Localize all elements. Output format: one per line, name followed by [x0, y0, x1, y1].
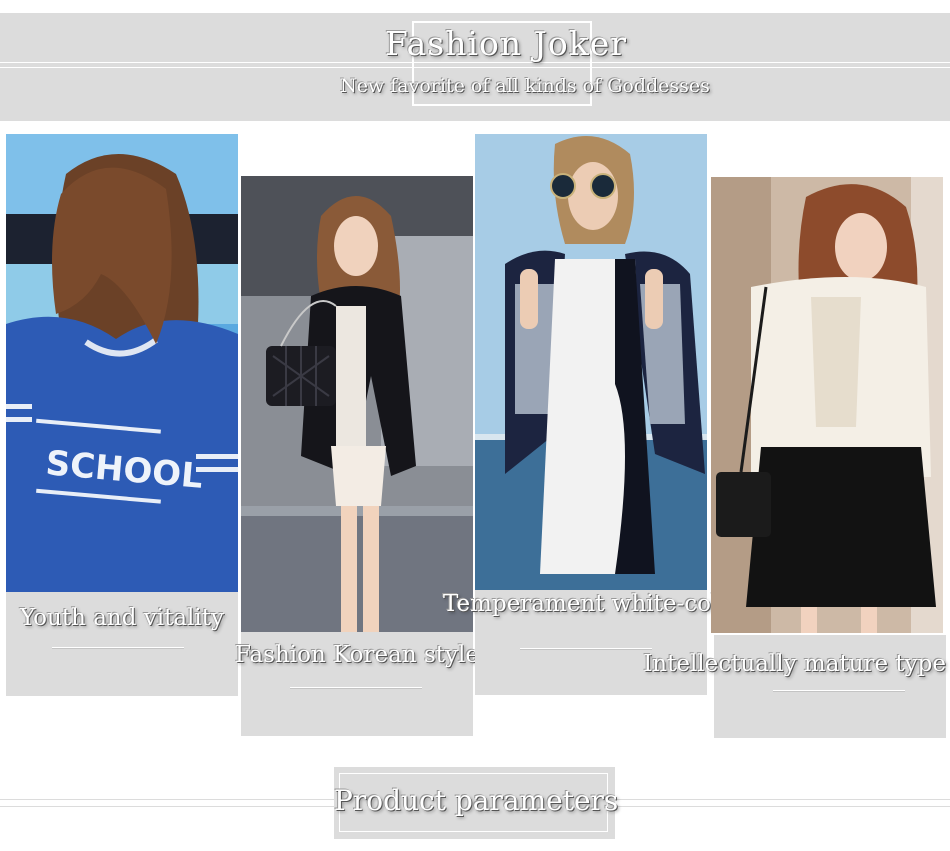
card-label-whitecollar: Temperament white-collar — [443, 591, 751, 617]
card-label-youth: Youth and vitality — [19, 605, 225, 631]
banner-subtitle: New favorite of all kinds of Goddesses — [340, 75, 710, 97]
card-divider — [290, 687, 422, 688]
footer-title: Product parameters — [334, 784, 619, 817]
card-label-korean: Fashion Korean style — [235, 642, 479, 668]
photo-youth-vitality: SCHOOL — [6, 134, 238, 592]
photo-mature-type — [711, 177, 943, 633]
card-divider — [520, 648, 652, 649]
card-divider — [52, 647, 184, 648]
banner-title: Fashion Joker — [384, 24, 628, 63]
card-divider — [773, 690, 905, 691]
card-label-mature: Intellectually mature type — [643, 651, 946, 677]
photo-korean-style — [241, 176, 473, 632]
photo-white-collar — [475, 134, 707, 590]
